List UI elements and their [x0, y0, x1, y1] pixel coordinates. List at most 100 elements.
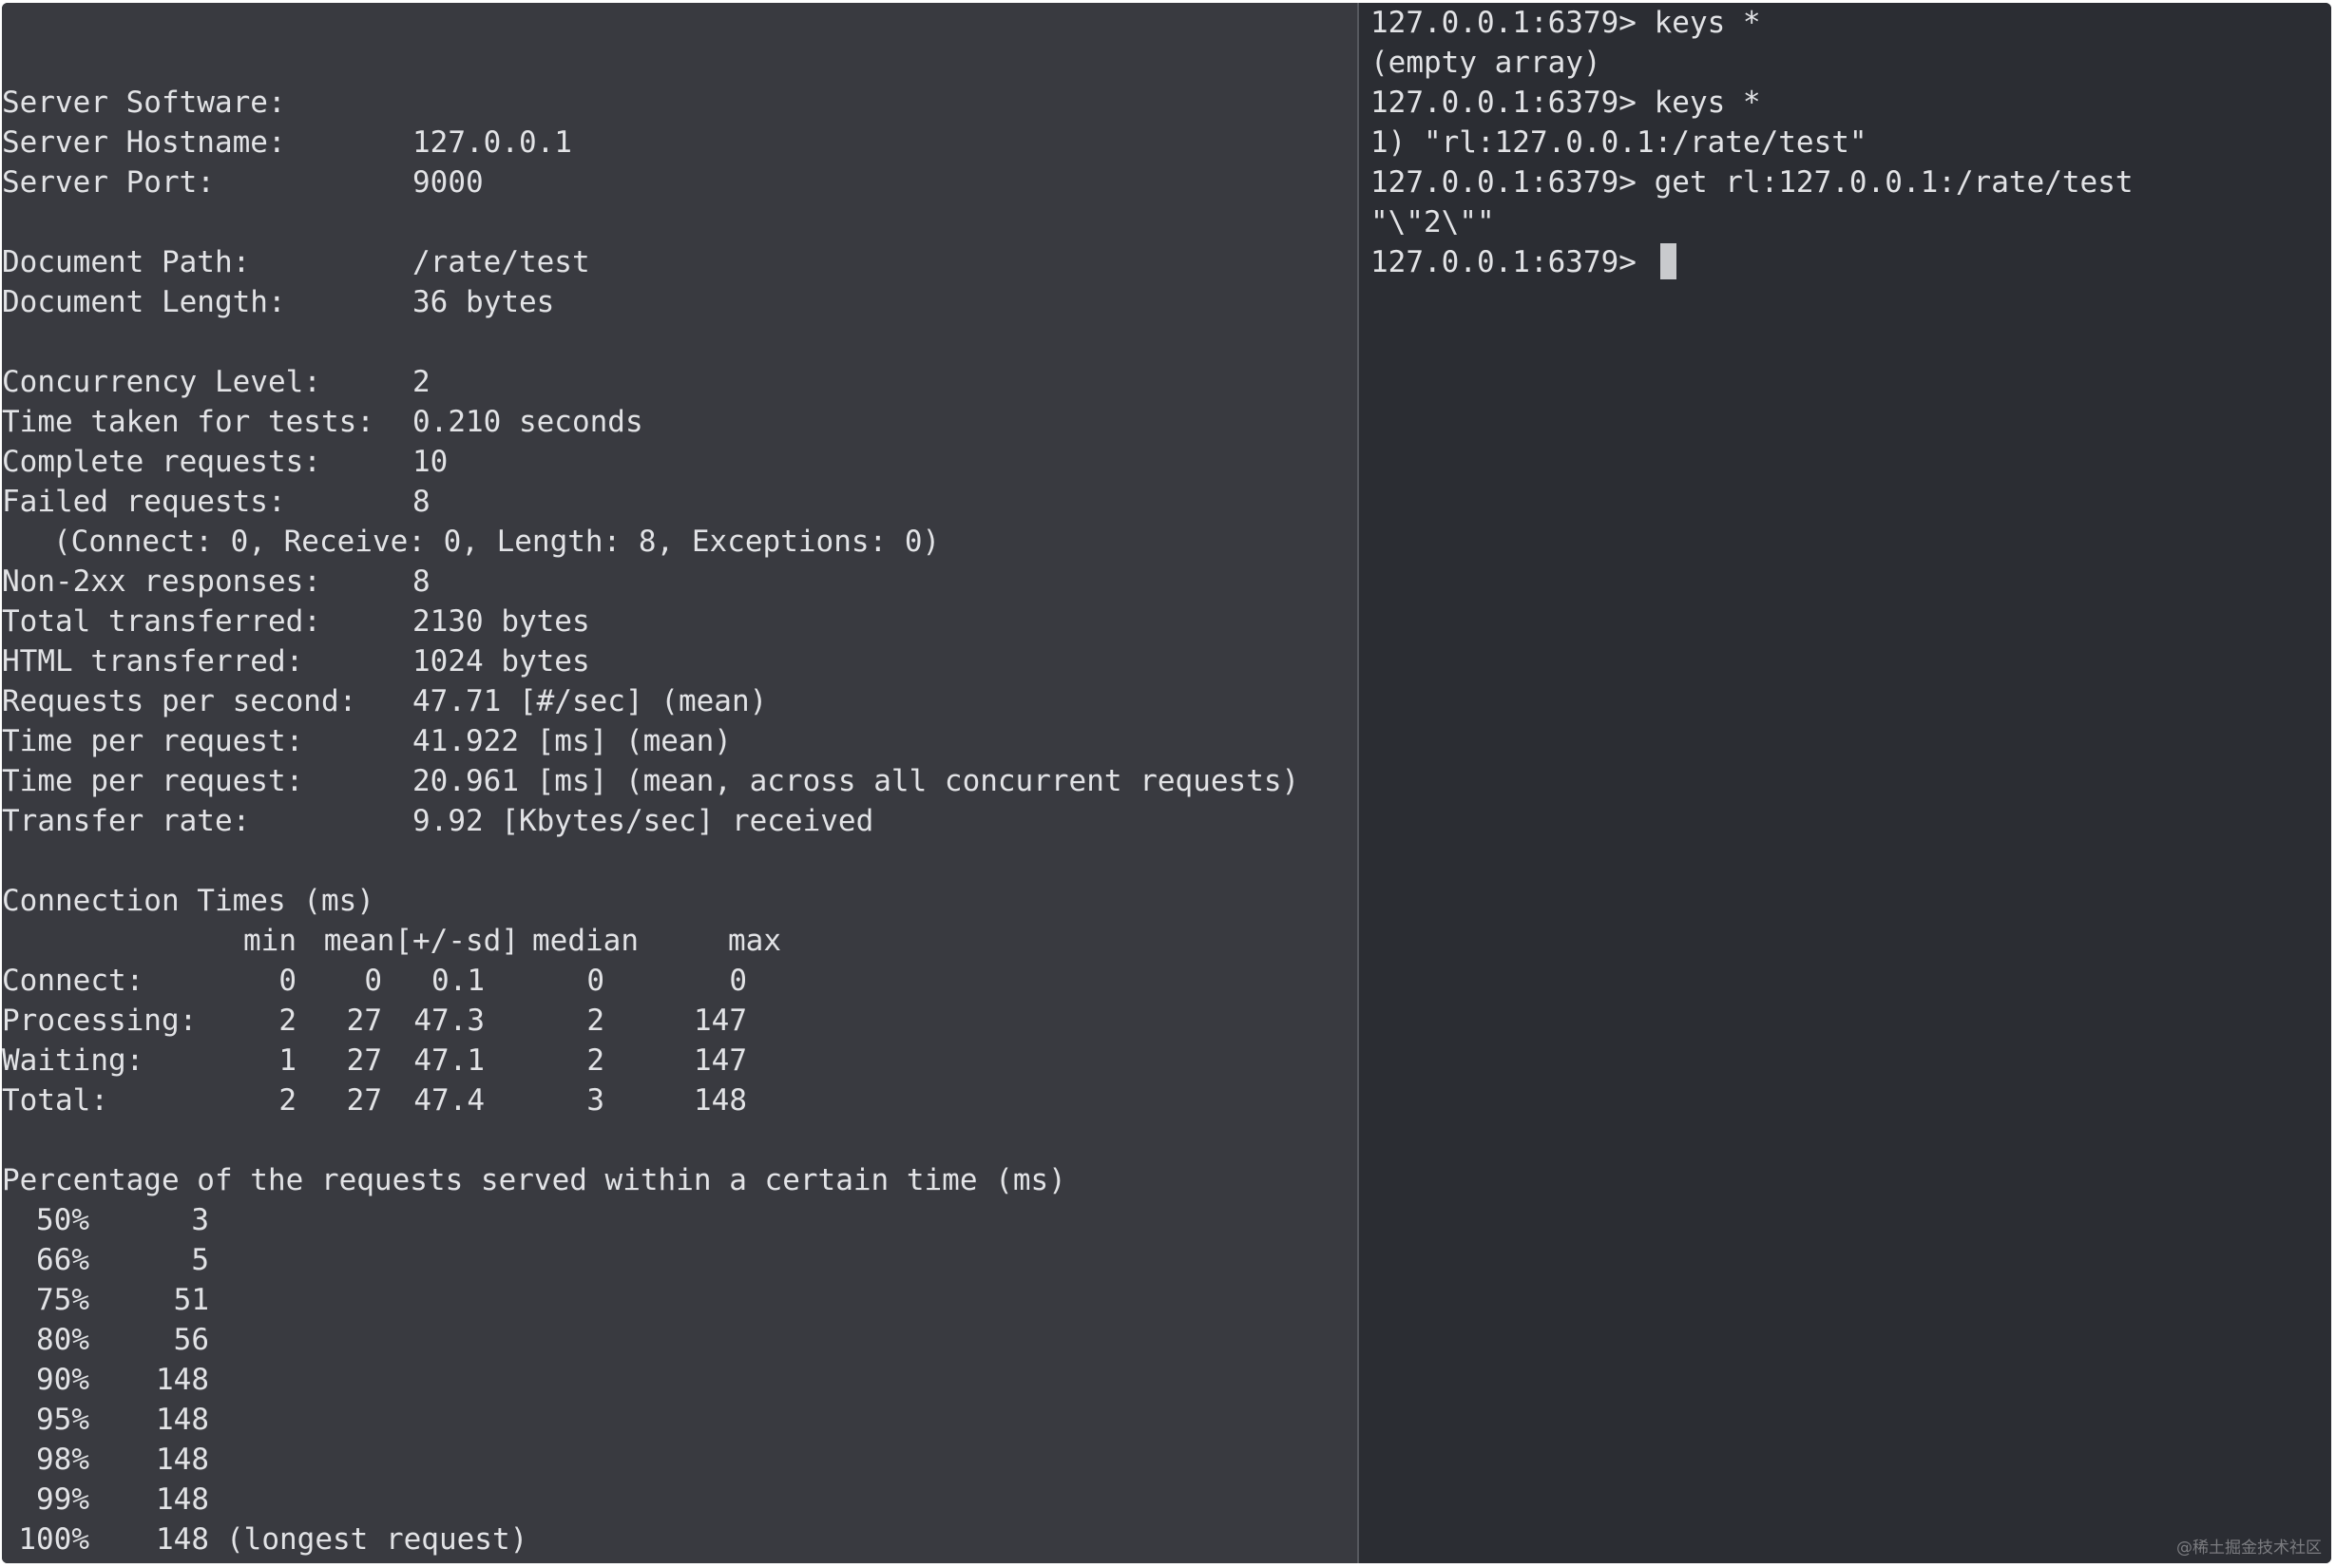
redis-prompt: 127.0.0.1:6379> [1370, 245, 1655, 279]
percentile-row: 80% 56 [2, 1320, 1357, 1360]
ct-median: 2 [586, 1043, 604, 1078]
percentile-row: 100% 148 (longest request) [2, 1520, 1357, 1559]
summary-label: Server Port: [2, 165, 215, 200]
summary-row: Document Length: 36 bytes [2, 282, 1357, 322]
ct-mean: 27 [346, 1043, 382, 1078]
summary-label: Failed requests: [2, 485, 286, 519]
summary-row: Complete requests: 10 [2, 442, 1357, 482]
summary-row: Time taken for tests: 0.210 seconds [2, 402, 1357, 442]
redis-output-line: 127.0.0.1:6379> get rl:127.0.0.1:/rate/t… [1370, 165, 2134, 200]
redis-output-line: "\"2\"" [1370, 205, 1495, 239]
summary-label: Total transferred: [2, 604, 321, 639]
summary-label: Concurrency Level: [2, 365, 321, 399]
ct-min: 0 [278, 964, 297, 998]
connection-times-header: min mean[+/-sd] median max [2, 921, 1357, 961]
ct-sd: 47.3 [413, 1004, 485, 1038]
summary-value: 36 bytes [412, 285, 555, 319]
connection-times-row: Connect: 0 0 0.1 0 0 [2, 961, 1357, 1001]
percentile-value: 148 [156, 1403, 209, 1437]
summary-value: 1024 bytes [412, 644, 590, 679]
summary-value: /rate/test [412, 245, 590, 279]
redis-prompt-line: 127.0.0.1:6379> [1370, 242, 2331, 282]
percentile-label: 75% [36, 1283, 89, 1317]
ct-min: 2 [278, 1083, 297, 1118]
redis-output-line: 127.0.0.1:6379> keys * [1370, 6, 1761, 40]
summary-label: Non-2xx responses: [2, 564, 321, 599]
percentile-label: 90% [36, 1363, 89, 1397]
summary-label: Time taken for tests: [2, 405, 374, 439]
ct-header-mean-sd: mean[+/-sd] [323, 924, 519, 958]
percentile-label: 66% [36, 1243, 89, 1277]
percentile-value: 56 [173, 1323, 209, 1357]
summary-value: 9000 [412, 165, 484, 200]
summary-row [2, 322, 1357, 362]
ct-mean: 27 [346, 1004, 382, 1038]
redis-output-line: (empty array) [1370, 46, 1601, 80]
summary-label: Time per request: [2, 724, 304, 758]
percentile-value: 51 [173, 1283, 209, 1317]
summary-label: Server Software: [2, 86, 286, 120]
ct-mean: 27 [346, 1083, 382, 1118]
percentile-value: 3 [191, 1203, 209, 1237]
summary-row: Time per request: 20.961 [ms] (mean, acro… [2, 761, 1357, 801]
summary-label: Time per request: [2, 764, 304, 798]
ct-label: Processing: [2, 1004, 198, 1038]
percentile-label: 98% [36, 1443, 89, 1477]
percentile-row: 95% 148 [2, 1400, 1357, 1440]
percentile-row: 99% 148 [2, 1480, 1357, 1520]
percentile-label: 100% [18, 1522, 89, 1557]
connection-times-row: Waiting: 1 27 47.1 2 147 [2, 1041, 1357, 1080]
summary-value: 127.0.0.1 [412, 125, 572, 160]
percentile-row: 66% 5 [2, 1240, 1357, 1280]
failed-detail-row: (Connect: 0, Receive: 0, Length: 8, Exce… [2, 522, 1357, 562]
ct-median: 3 [586, 1083, 604, 1118]
summary-value: 2 [412, 365, 431, 399]
percentage-title: Percentage of the requests served within… [2, 1163, 1066, 1197]
connection-times-title: Connection Times (ms) [2, 884, 374, 918]
summary-value: 9.92 [Kbytes/sec] received [412, 804, 874, 838]
summary-value: 2130 bytes [412, 604, 590, 639]
ct-mean: 0 [364, 964, 382, 998]
redis-cli-pane[interactable]: 127.0.0.1:6379> keys * (empty array) 127.0… [1359, 3, 2331, 1563]
percentile-label: 95% [36, 1403, 89, 1437]
ct-max: 147 [694, 1004, 747, 1038]
summary-row: Non-2xx responses: 8 [2, 562, 1357, 602]
ct-label: Waiting: [2, 1043, 144, 1078]
summary-row: Concurrency Level: 2 [2, 362, 1357, 402]
summary-row [2, 202, 1357, 242]
percentile-value: 148 [156, 1522, 209, 1557]
summary-value: 8 [412, 564, 431, 599]
ct-min: 2 [278, 1004, 297, 1038]
ab-benchmark-pane[interactable]: Server Software: Server Hostname: 127.0.0.… [2, 3, 1357, 1563]
redis-output-line: 127.0.0.1:6379> keys * [1370, 86, 1761, 120]
summary-value: 10 [412, 445, 449, 479]
ct-median: 0 [586, 964, 604, 998]
summary-row: Document Path: /rate/test [2, 242, 1357, 282]
failed-detail: (Connect: 0, Receive: 0, Length: 8, Exce… [53, 525, 941, 559]
summary-label: Document Path: [2, 245, 251, 279]
ct-sd: 0.1 [431, 964, 485, 998]
summary-row: Failed requests: 8 [2, 482, 1357, 522]
summary-label: Complete requests: [2, 445, 321, 479]
summary-label: HTML transferred: [2, 644, 304, 679]
ct-max: 148 [694, 1083, 747, 1118]
ct-label: Connect: [2, 964, 144, 998]
ct-sd: 47.1 [413, 1043, 485, 1078]
terminal-window: Server Software: Server Hostname: 127.0.0.… [2, 3, 2331, 1563]
summary-label: Transfer rate: [2, 804, 251, 838]
summary-value: 0.210 seconds [412, 405, 643, 439]
summary-value: 41.922 [ms] (mean) [412, 724, 732, 758]
text-cursor [1659, 243, 1676, 279]
percentile-row: 90% 148 [2, 1360, 1357, 1400]
percentile-row: 75% 51 [2, 1280, 1357, 1320]
percentile-label: 50% [36, 1203, 89, 1237]
redis-output-line: 1) "rl:127.0.0.1:/rate/test" [1370, 125, 1867, 160]
summary-row: Server Port: 9000 [2, 163, 1357, 202]
ct-sd: 47.4 [413, 1083, 485, 1118]
percentile-label: 99% [36, 1482, 89, 1517]
summary-value: 47.71 [#/sec] (mean) [412, 684, 768, 718]
summary-row: Transfer rate: 9.92 [Kbytes/sec] received [2, 801, 1357, 841]
percentile-value: 148 [156, 1482, 209, 1517]
ct-max: 0 [729, 964, 747, 998]
